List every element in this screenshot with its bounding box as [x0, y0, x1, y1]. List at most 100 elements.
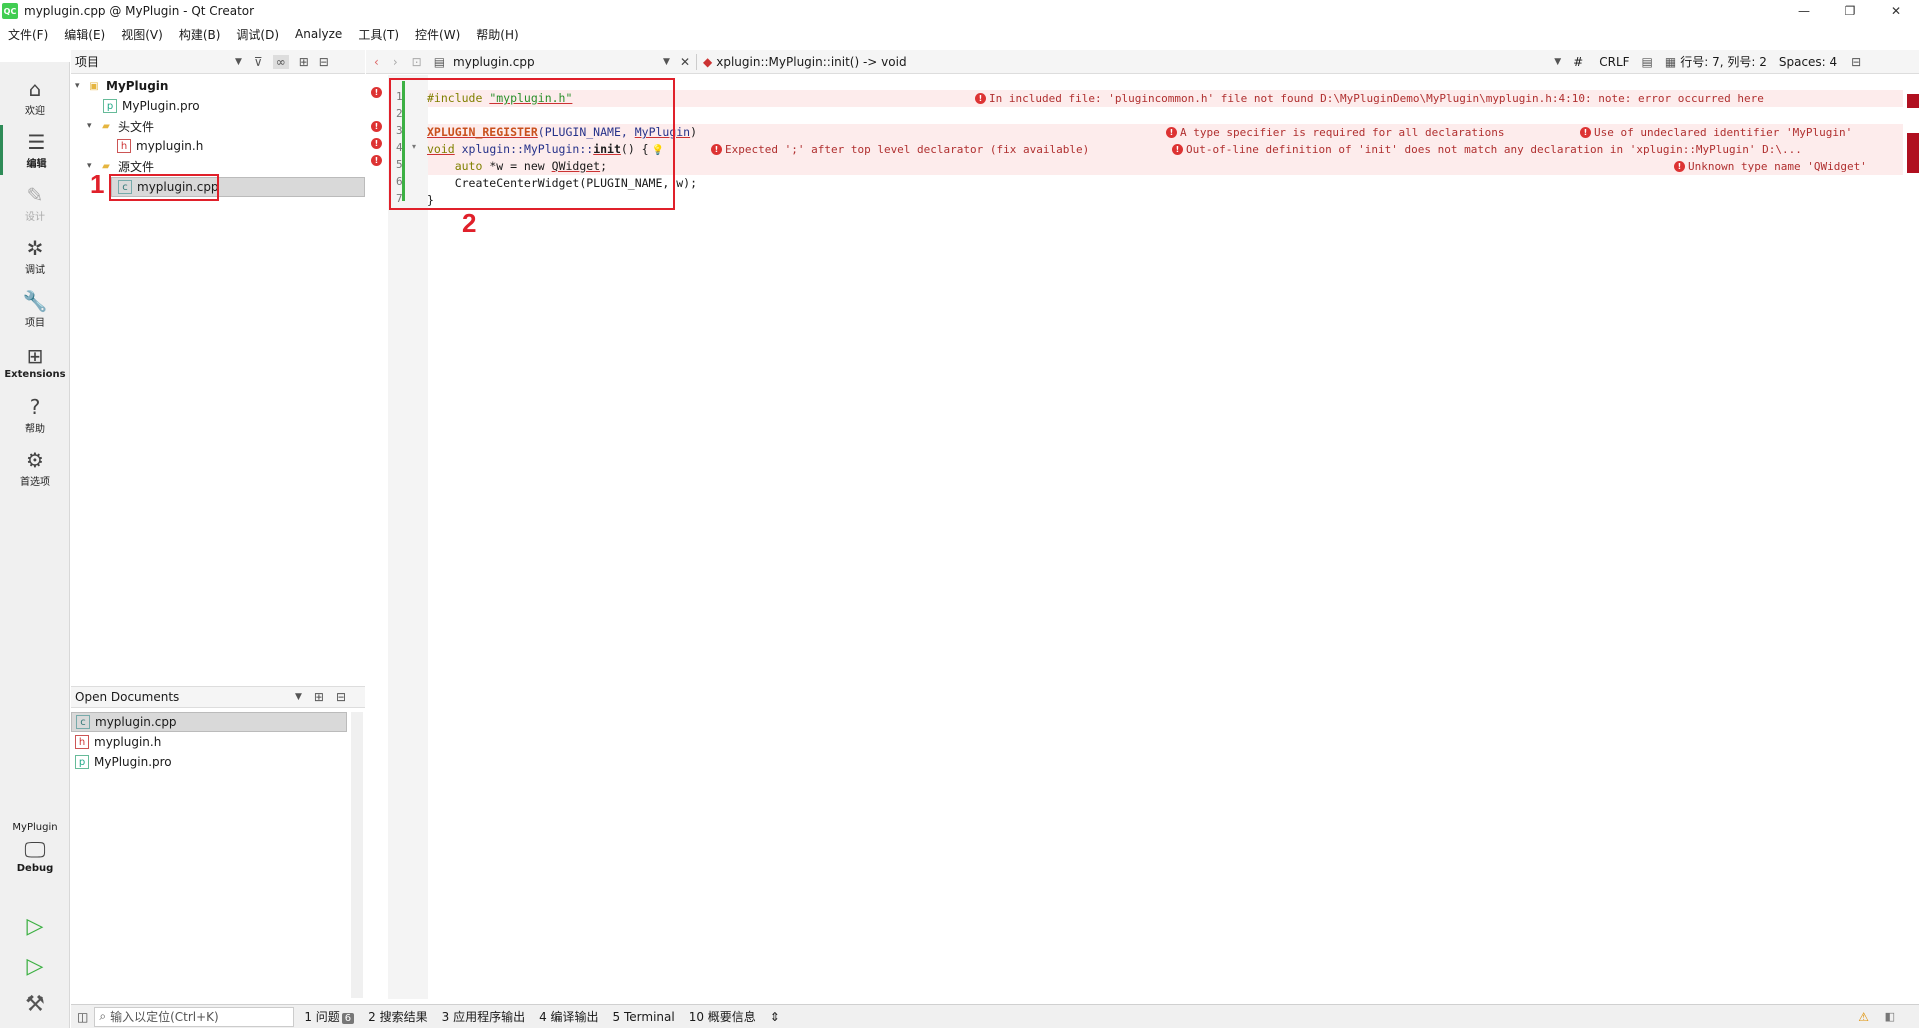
open-doc-item[interactable]: p MyPlugin.pro: [75, 752, 172, 772]
filter-icon[interactable]: ⊽: [254, 55, 263, 69]
split-icon[interactable]: ⊞: [314, 690, 324, 704]
menu-bar: 文件(F) 编辑(E) 视图(V) 构建(B) 调试(D) Analyze 工具…: [0, 22, 1919, 46]
menu-analyze[interactable]: Analyze: [287, 27, 350, 41]
code-editor[interactable]: ! ! ! ! 1 2 3 4 5 6 7 ▾ #include "myplug…: [366, 75, 1919, 999]
error-text: Out-of-line definition of 'init' does no…: [1186, 143, 1802, 156]
menu-tools[interactable]: 工具(T): [350, 26, 407, 43]
tab-issues[interactable]: 1 问题 6: [304, 1008, 355, 1025]
more-tabs-icon[interactable]: ⇕: [770, 1010, 780, 1024]
hash-button[interactable]: #: [1573, 55, 1583, 69]
tree-root[interactable]: ▾ ▣ MyPlugin: [75, 76, 168, 96]
bug-icon: ✲: [26, 235, 44, 260]
split-editor-icon[interactable]: ⊟: [1851, 55, 1861, 69]
tab-compile-output[interactable]: 4 编译输出: [539, 1008, 598, 1025]
search-icon: ⌕: [99, 1009, 107, 1023]
error-icon: !: [1166, 127, 1177, 138]
mode-edit[interactable]: ☰ 编辑: [0, 125, 70, 175]
maximize-icon[interactable]: ❐: [1827, 0, 1873, 22]
menu-help[interactable]: 帮助(H): [468, 26, 526, 43]
tab-search-results[interactable]: 2 搜索结果: [368, 1008, 427, 1025]
progress-toggle-icon[interactable]: ◧: [1885, 1010, 1895, 1023]
split-icon[interactable]: ⊞: [299, 55, 309, 69]
kit-config: Debug: [16, 863, 54, 874]
expand-arrow-icon[interactable]: ▾: [87, 121, 99, 131]
run-icon[interactable]: ▷: [0, 914, 70, 939]
sync-link-icon[interactable]: ∞: [272, 54, 289, 69]
tab-general-messages[interactable]: 10 概要信息: [689, 1008, 756, 1025]
document-icon[interactable]: ▤: [1642, 55, 1653, 69]
menu-view[interactable]: 视图(V): [113, 26, 171, 43]
error-annotation[interactable]: ! Expected ';' after top level declarator…: [711, 141, 1089, 158]
menu-build[interactable]: 构建(B): [171, 26, 229, 43]
close-panel-icon[interactable]: ⊟: [336, 690, 346, 704]
error-icon: !: [1172, 144, 1183, 155]
chevron-down-icon[interactable]: ▼: [663, 57, 670, 67]
mode-label: 调试: [25, 264, 45, 276]
scrollbar-error-marker[interactable]: [1907, 94, 1919, 108]
menu-file[interactable]: 文件(F): [0, 26, 56, 43]
symbol-selector[interactable]: xplugin::MyPlugin::init() -> void: [716, 55, 1554, 69]
line-ending-selector[interactable]: CRLF: [1599, 55, 1629, 69]
minimize-icon[interactable]: —: [1781, 0, 1827, 22]
gutter: ! ! ! !: [366, 75, 388, 999]
open-doc-item[interactable]: c myplugin.cpp: [71, 712, 347, 732]
locator-input[interactable]: ⌕ 输入以定位(Ctrl+K): [94, 1006, 295, 1027]
open-doc-label: myplugin.cpp: [95, 715, 177, 729]
error-text: In included file: 'plugincommon.h' file …: [989, 92, 1764, 105]
error-annotation[interactable]: ! Unknown type name 'QWidget': [1674, 158, 1867, 175]
error-annotation[interactable]: ! Use of undeclared identifier 'MyPlugin': [1580, 124, 1852, 141]
cpp-file-icon: ▤: [433, 54, 446, 69]
tab-application-output[interactable]: 3 应用程序输出: [442, 1008, 525, 1025]
tree-item-pro[interactable]: p MyPlugin.pro: [103, 96, 200, 116]
cursor-position[interactable]: 行号: 7, 列号: 2: [1680, 53, 1767, 70]
error-annotation[interactable]: ! In included file: 'plugincommon.h' file…: [975, 90, 1764, 107]
current-file-selector[interactable]: myplugin.cpp: [453, 55, 663, 69]
mode-extensions[interactable]: ⊞ Extensions: [0, 337, 70, 387]
error-annotation[interactable]: ! Out-of-line definition of 'init' does n…: [1172, 141, 1899, 158]
error-icon: !: [1580, 127, 1591, 138]
close-document-icon[interactable]: ✕: [680, 55, 690, 69]
build-hammer-icon[interactable]: ⚒: [0, 992, 70, 1017]
menu-debug[interactable]: 调试(D): [228, 26, 287, 43]
open-doc-label: MyPlugin.pro: [94, 755, 172, 769]
tab-terminal[interactable]: 5 Terminal: [613, 1010, 675, 1024]
chevron-down-icon[interactable]: ▼: [235, 57, 242, 67]
open-docs-scrollbar[interactable]: [351, 712, 363, 998]
wrench-icon: 🔧: [22, 288, 48, 313]
back-icon[interactable]: ‹: [374, 55, 379, 69]
close-panel-icon[interactable]: ⊟: [319, 55, 329, 69]
chevron-down-icon[interactable]: ▼: [1554, 57, 1561, 67]
kit-selector[interactable]: 🖵 Debug: [0, 838, 70, 886]
menu-edit[interactable]: 编辑(E): [56, 26, 113, 43]
error-marker-icon: !: [371, 155, 382, 166]
editor-toolbar: ‹ › ⊡ ▤ myplugin.cpp ▼ ✕ ◆ xplugin::MyPl…: [366, 50, 1919, 74]
position-icon: ▦: [1664, 54, 1677, 69]
tree-label: 源文件: [118, 159, 155, 174]
tree-folder-headers[interactable]: ▾ ▰ 头文件: [87, 116, 154, 136]
toggle-sidebar-icon[interactable]: ◫: [77, 1010, 88, 1024]
chevron-down-icon[interactable]: ▼: [295, 692, 302, 702]
open-doc-item[interactable]: h myplugin.h: [75, 732, 161, 752]
qt-creator-logo: QC: [2, 3, 18, 19]
mode-welcome[interactable]: ⌂ 欢迎: [0, 72, 70, 122]
expand-arrow-icon[interactable]: ▾: [75, 81, 87, 91]
folder-icon: ▰: [102, 120, 110, 132]
warning-icon[interactable]: ⚠: [1858, 1010, 1869, 1024]
home-icon: ⌂: [28, 76, 42, 101]
mode-label: 首选项: [20, 476, 50, 488]
mode-debug[interactable]: ✲ 调试: [0, 231, 70, 281]
debug-run-icon[interactable]: ▷: [0, 954, 70, 979]
error-annotation[interactable]: ! A type specifier is required for all de…: [1166, 124, 1505, 141]
mode-preferences[interactable]: ⚙ 首选项: [0, 443, 70, 493]
pen-icon: ✎: [26, 182, 44, 207]
close-icon[interactable]: ✕: [1873, 0, 1919, 22]
tree-item-header[interactable]: h myplugin.h: [117, 136, 203, 156]
menu-widgets[interactable]: 控件(W): [407, 26, 468, 43]
forward-icon[interactable]: ›: [393, 55, 398, 69]
mode-projects[interactable]: 🔧 项目: [0, 284, 70, 334]
tree-label: 头文件: [118, 119, 155, 134]
indent-setting[interactable]: Spaces: 4: [1779, 55, 1837, 69]
mode-help[interactable]: ? 帮助: [0, 390, 70, 440]
scrollbar-error-marker[interactable]: [1907, 133, 1919, 173]
tree-label: MyPlugin: [106, 79, 169, 93]
